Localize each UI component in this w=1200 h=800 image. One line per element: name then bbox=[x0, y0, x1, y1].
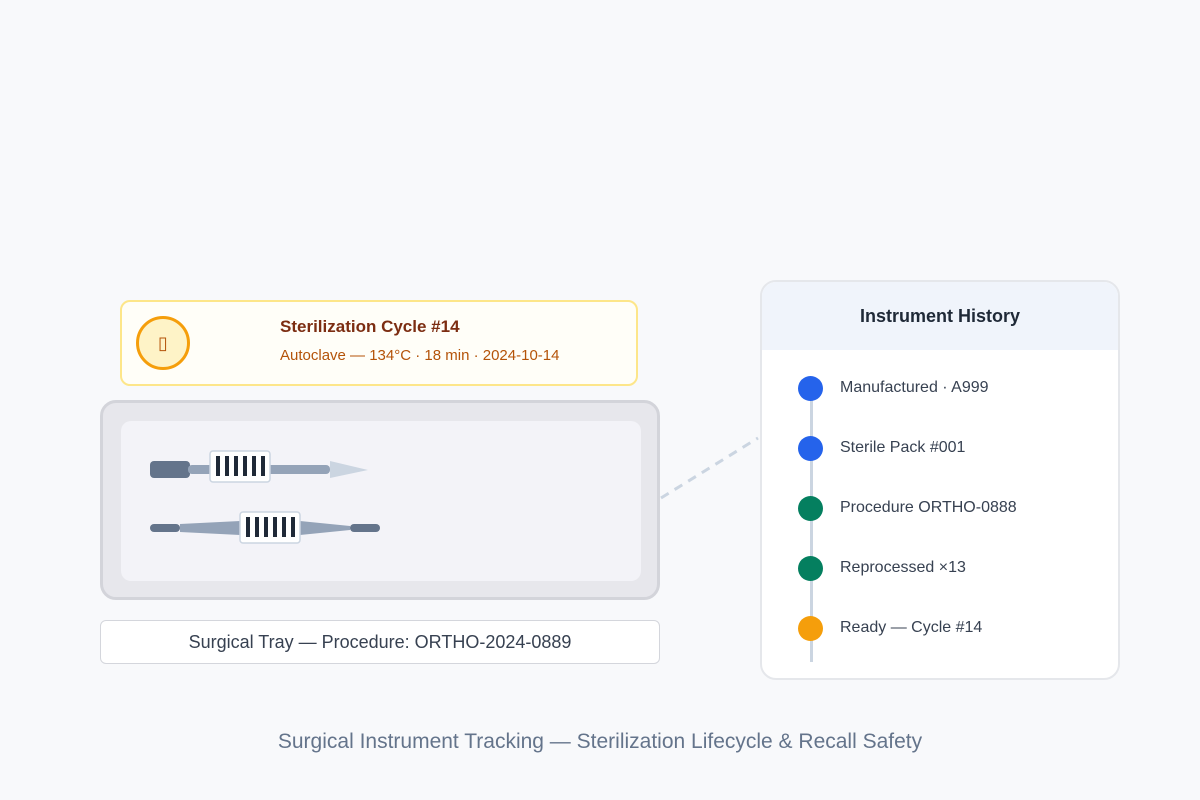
page-caption: Surgical Instrument Tracking — Steriliza… bbox=[277, 730, 923, 753]
barcode-icon bbox=[209, 450, 271, 483]
history-item-label: Procedure ORTHO-0888 bbox=[840, 499, 1017, 516]
history-item-label: Reprocessed ×13 bbox=[840, 559, 966, 576]
history-item: Manufactured · A999 bbox=[798, 375, 989, 401]
scalpel-instrument bbox=[150, 450, 368, 483]
tray-history-connector bbox=[660, 436, 759, 500]
instrument-history-panel: Instrument History Manufactured · A999 S… bbox=[760, 280, 1120, 680]
history-item-label: Ready — Cycle #14 bbox=[840, 619, 983, 636]
timeline-dot bbox=[798, 375, 823, 401]
timeline-dot bbox=[798, 615, 823, 641]
timeline-dot bbox=[798, 435, 823, 461]
history-item-label: Sterile Pack #001 bbox=[840, 439, 966, 456]
history-item: Procedure ORTHO-0888 bbox=[798, 495, 1017, 521]
history-item: Sterile Pack #001 bbox=[798, 435, 965, 461]
forceps-instrument bbox=[150, 511, 380, 544]
history-item: Reprocessed ×13 bbox=[798, 555, 966, 581]
history-item-label: Manufactured · A999 bbox=[840, 379, 989, 396]
history-title: Instrument History bbox=[762, 282, 1118, 350]
timeline-dot bbox=[798, 495, 823, 521]
timeline-dot bbox=[798, 555, 823, 581]
tray-procedure-label: Surgical Tray — Procedure: ORTHO-2024-08… bbox=[100, 620, 660, 664]
barcode-icon bbox=[239, 511, 301, 544]
history-item: Ready — Cycle #14 bbox=[798, 615, 982, 641]
